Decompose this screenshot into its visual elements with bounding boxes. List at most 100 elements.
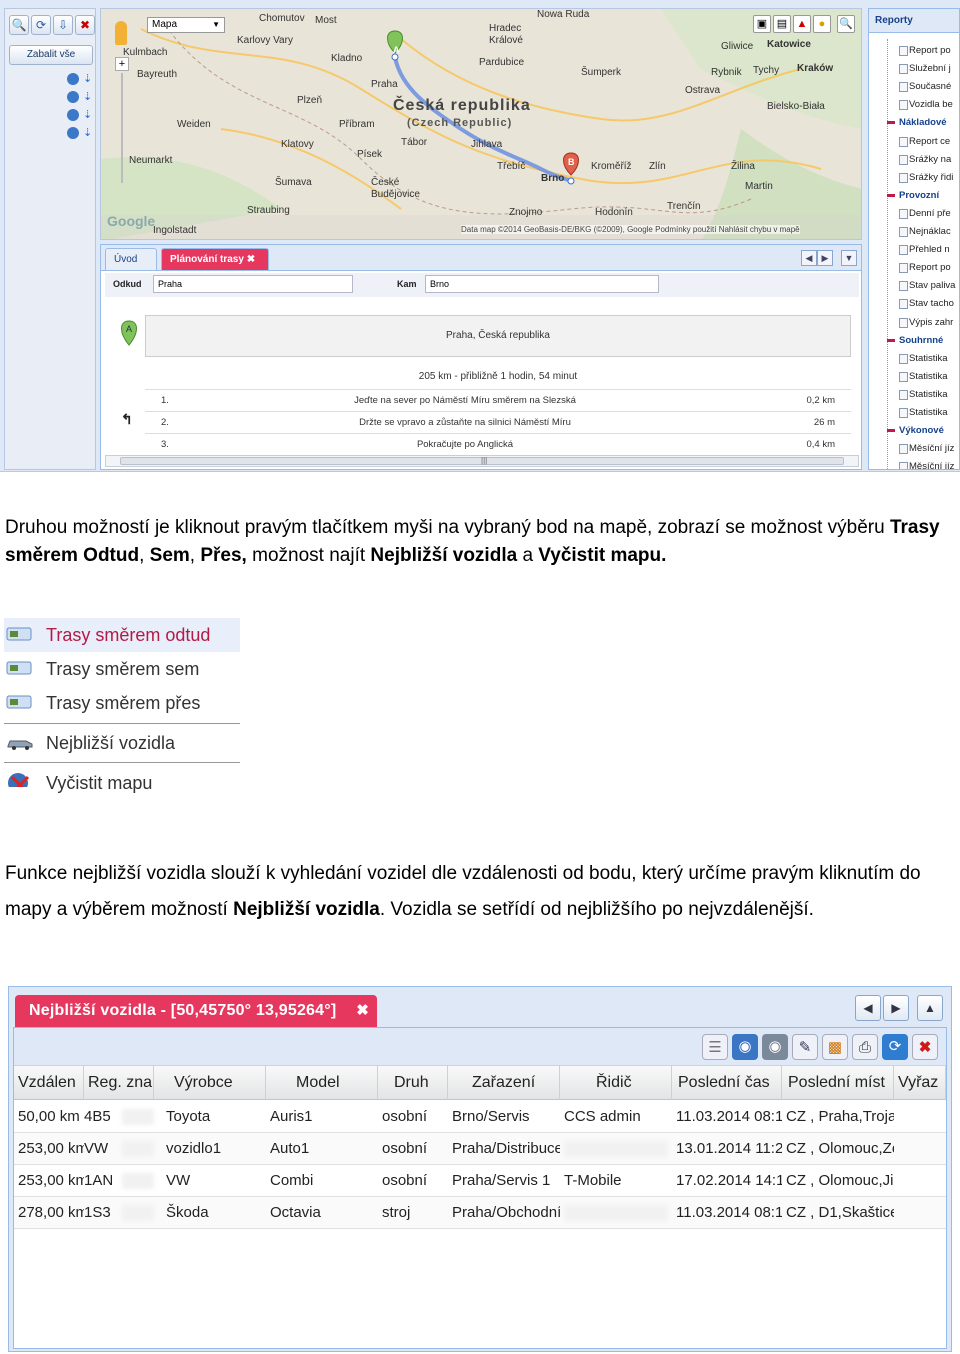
- globe-icon[interactable]: [67, 109, 79, 121]
- report-item[interactable]: Statistika: [881, 369, 948, 385]
- report-item[interactable]: Denní pře: [881, 206, 951, 222]
- report-group[interactable]: Nákladové: [881, 115, 947, 131]
- zoom-slider[interactable]: [121, 73, 123, 183]
- globe-grey-icon[interactable]: ◉: [762, 1034, 788, 1060]
- map-type-select[interactable]: Mapa ▼: [147, 17, 225, 33]
- layers-icon[interactable]: ▤: [773, 15, 791, 33]
- reports-title: Reporty: [869, 9, 959, 33]
- tab-menu-icon[interactable]: ▲: [917, 995, 943, 1021]
- menu-item-route-from[interactable]: Trasy směrem odtud: [4, 618, 240, 652]
- close-icon[interactable]: ✖: [75, 15, 95, 35]
- report-item[interactable]: Výpis zahr: [881, 315, 953, 331]
- close-icon[interactable]: ✖: [912, 1034, 938, 1060]
- report-label: Srážky na: [909, 153, 952, 165]
- download-icon[interactable]: ⇣: [83, 91, 93, 103]
- download-icon[interactable]: ⇣: [83, 109, 93, 121]
- scrollbar-thumb[interactable]: |||: [120, 456, 844, 465]
- report-item[interactable]: Přehled n: [881, 242, 950, 258]
- report-item[interactable]: Současné: [881, 79, 951, 95]
- report-item[interactable]: Stav paliva: [881, 278, 955, 294]
- warning-icon[interactable]: ▲: [793, 15, 811, 33]
- report-label: Měsíční jíz: [909, 461, 955, 470]
- report-item[interactable]: Statistika: [881, 351, 948, 367]
- tab-route-planning[interactable]: Plánování trasy ✖: [161, 248, 269, 270]
- column-header-last-place[interactable]: Poslední míst: [782, 1066, 894, 1100]
- tab-prev-icon[interactable]: ◀: [801, 250, 817, 266]
- table-row[interactable]: 50,00 km 4B5 Toyota Auris1 osobní Brno/Servis…: [14, 1101, 946, 1133]
- tab-next-icon[interactable]: ▶: [883, 995, 909, 1021]
- from-input[interactable]: Praha: [153, 275, 353, 293]
- tab-uvod[interactable]: Úvod: [105, 248, 157, 270]
- menu-item-route-to[interactable]: Trasy směrem sem: [4, 652, 240, 686]
- tab-next-icon[interactable]: ▶: [817, 250, 833, 266]
- column-header-reg[interactable]: Reg. zna: [84, 1066, 154, 1100]
- document-icon: [899, 299, 908, 310]
- collapse-all-button[interactable]: Zabalit vše: [9, 45, 93, 65]
- image-icon[interactable]: ▣: [753, 15, 771, 33]
- menu-item-route-via[interactable]: Trasy směrem přes: [4, 686, 240, 720]
- street-view-icon[interactable]: [115, 21, 127, 45]
- close-icon[interactable]: ✖: [356, 995, 369, 1027]
- horizontal-scrollbar[interactable]: |||: [105, 455, 859, 467]
- route-step-row[interactable]: 3. Pokračujte po Anglická 0,4 km: [145, 433, 851, 455]
- download-icon[interactable]: ⇩: [53, 15, 73, 35]
- report-item[interactable]: Měsíční jíz: [881, 459, 955, 470]
- report-group[interactable]: Výkonové: [881, 423, 944, 439]
- route-step-row[interactable]: 2. Držte se vpravo a zůstaňte na silnici…: [145, 411, 851, 433]
- map-label: Kladno: [331, 53, 363, 64]
- report-group[interactable]: Provozní: [881, 188, 939, 204]
- download-icon[interactable]: ⇣: [83, 127, 93, 139]
- globe-icon[interactable]: [67, 91, 79, 103]
- report-item[interactable]: Vozidla be: [881, 97, 953, 113]
- cell-type: osobní: [382, 1172, 428, 1189]
- report-item[interactable]: Report po: [881, 43, 951, 59]
- map-view[interactable]: Mapa ▼ + A B Chomutov Most Hradec Králové…: [100, 8, 862, 240]
- table-row[interactable]: 278,00 km 1S3 Škoda Octavia stroj Praha/Obcho…: [14, 1197, 946, 1229]
- report-item[interactable]: Report ce: [881, 134, 950, 150]
- document-icon[interactable]: ☰: [702, 1034, 728, 1060]
- column-header-distance[interactable]: Vzdálen: [14, 1066, 84, 1100]
- table-row[interactable]: 253,00 km VW vozidlo1 Auto1 osobní Praha/Dist…: [14, 1133, 946, 1165]
- map-label: Jihlava: [471, 139, 503, 150]
- report-item[interactable]: Srážky řidi: [881, 170, 953, 186]
- report-item[interactable]: Srážky na: [881, 152, 951, 168]
- report-item[interactable]: Služební j: [881, 61, 951, 77]
- refresh-icon[interactable]: ⟳: [31, 15, 51, 35]
- to-input[interactable]: Brno: [425, 275, 659, 293]
- export-icon[interactable]: ▩: [822, 1034, 848, 1060]
- report-group[interactable]: Souhrnné: [881, 333, 943, 349]
- marker-icon[interactable]: ●: [813, 15, 831, 33]
- column-header-driver[interactable]: Řidič: [560, 1066, 672, 1100]
- refresh-icon[interactable]: ⟳: [882, 1034, 908, 1060]
- search-icon[interactable]: 🔍: [9, 15, 29, 35]
- zoom-in-button[interactable]: +: [115, 57, 129, 71]
- map-label: Příbram: [339, 119, 375, 130]
- download-icon[interactable]: ⇣: [83, 73, 93, 85]
- report-item[interactable]: Měsíční jíz: [881, 441, 954, 457]
- table-row[interactable]: 253,00 km 1AN VW Combi osobní Praha/Servis 1T…: [14, 1165, 946, 1197]
- report-item[interactable]: Stav tacho: [881, 296, 954, 312]
- tab-prev-icon[interactable]: ◀: [855, 995, 881, 1021]
- globe-icon[interactable]: ◉: [732, 1034, 758, 1060]
- search-icon[interactable]: 🔍: [837, 15, 855, 33]
- route-step-row[interactable]: 1. Jeďte na sever po Náměstí Míru směrem…: [145, 389, 851, 411]
- menu-item-clear-map[interactable]: Vyčistit mapu: [4, 766, 240, 800]
- map-label: Bayreuth: [137, 69, 178, 80]
- report-item[interactable]: Report po: [881, 260, 951, 276]
- globe-icon[interactable]: [67, 73, 79, 85]
- column-header-type[interactable]: Druh: [378, 1066, 448, 1100]
- edit-icon[interactable]: ✎: [792, 1034, 818, 1060]
- column-header-model[interactable]: Model: [266, 1066, 378, 1100]
- print-icon[interactable]: ⎙: [852, 1034, 878, 1060]
- column-header-assignment[interactable]: Zařazení: [448, 1066, 560, 1100]
- menu-item-nearest-vehicles[interactable]: Nejbližší vozidla: [4, 726, 240, 760]
- column-header-manufacturer[interactable]: Výrobce: [154, 1066, 266, 1100]
- tab-nearest-vehicles[interactable]: Nejbližší vozidla - [50,45750° 13,95264°…: [15, 995, 377, 1027]
- report-item[interactable]: Statistika: [881, 405, 948, 421]
- globe-icon[interactable]: [67, 127, 79, 139]
- tab-menu-icon[interactable]: ▼: [841, 250, 857, 266]
- column-header-decommissioned[interactable]: Vyřaz: [894, 1066, 946, 1100]
- report-item[interactable]: Statistika: [881, 387, 948, 403]
- report-item[interactable]: Nejnáklac: [881, 224, 951, 240]
- column-header-last-time[interactable]: Poslední čas: [672, 1066, 782, 1100]
